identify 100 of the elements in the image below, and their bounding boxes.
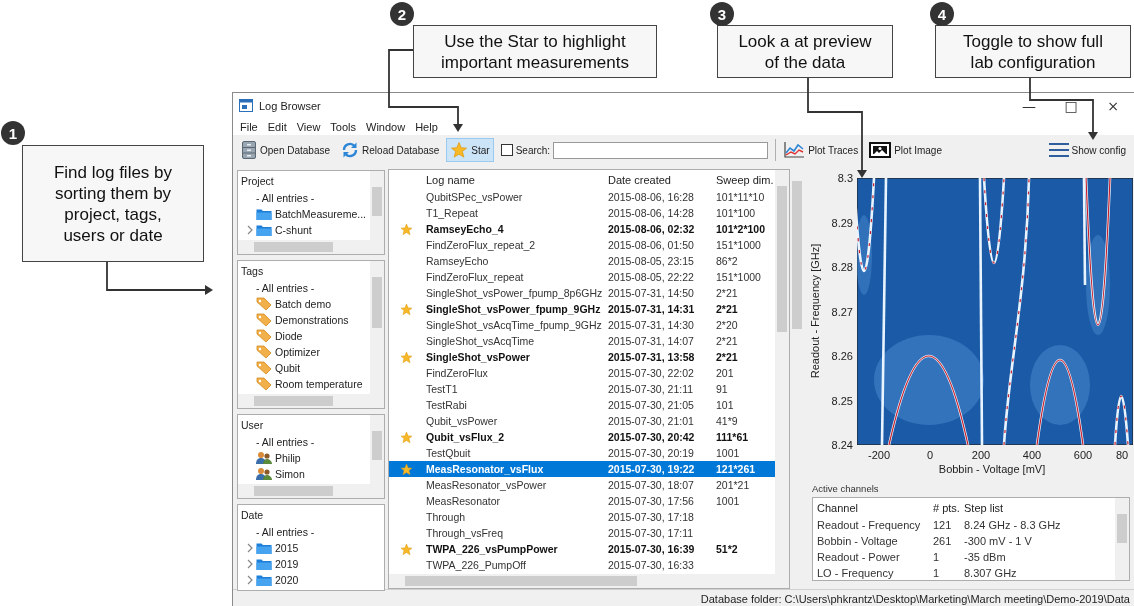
tree-item[interactable]: 2019 xyxy=(275,558,299,570)
tree-item[interactable]: 2015 xyxy=(275,542,299,554)
star-icon[interactable] xyxy=(399,222,413,236)
star-icon[interactable] xyxy=(399,430,413,444)
column-header[interactable]: Log name xyxy=(423,173,605,186)
close-button[interactable]: × xyxy=(1092,93,1134,118)
tree-item[interactable]: - All entries - xyxy=(256,192,315,204)
menu-item[interactable]: Edit xyxy=(262,120,292,133)
toolbar-button[interactable]: Open Database xyxy=(237,138,335,162)
table-row[interactable]: FindZeroFlux_repeat_2 2015-08-06, 01:50 151*1000 xyxy=(389,237,775,253)
table-row[interactable]: Qubit_vsPower 2015-07-30, 21:01 41*9 xyxy=(389,413,775,429)
tree-item[interactable]: Room temperature xyxy=(275,378,363,390)
tree-item[interactable]: Simon xyxy=(275,468,305,480)
table-row[interactable]: TestRabi 2015-07-30, 21:05 101 xyxy=(389,397,775,413)
menu-item[interactable]: Help xyxy=(410,120,443,133)
expand-icon[interactable] xyxy=(246,225,254,235)
table-cell-text: SingleShot_vsAcqTime xyxy=(425,335,536,347)
table-row[interactable]: T1_Repeat 2015-08-06, 14:28 101*100 xyxy=(389,205,775,221)
column-header[interactable]: Date created xyxy=(605,173,713,186)
table-row[interactable]: SingleShot_vsPower_fpump_8p6GHz 2015-07-31, 14:50 2*21 xyxy=(389,285,775,301)
scrollbar[interactable] xyxy=(370,261,384,408)
tree-item[interactable]: Qubit xyxy=(275,362,301,374)
tree-item[interactable]: Optimizer xyxy=(275,346,320,358)
menu-item[interactable]: Tools xyxy=(325,120,362,133)
scrollbar[interactable] xyxy=(775,170,789,588)
column-header[interactable]: # pts. xyxy=(933,501,964,514)
table-cell-text: 2*21 xyxy=(715,287,739,299)
table-row[interactable]: RamseyEcho_4 2015-08-06, 02:32 101*2*100 xyxy=(389,221,775,237)
tick-label: 8.3 xyxy=(837,172,853,184)
toolbar-button[interactable]: Reload Database xyxy=(337,138,444,162)
table-cell-text: 2015-07-30, 20:42 xyxy=(607,431,696,443)
table-row[interactable]: MeasResonator_vsPower 2015-07-30, 18:07 201*21 xyxy=(389,477,775,493)
table-cell-text: 2015-07-31, 14:30 xyxy=(607,319,695,331)
tree-item[interactable]: C-shunt xyxy=(275,224,312,236)
tree-item[interactable]: Batch demo xyxy=(275,298,332,310)
panel-title: User xyxy=(241,418,264,433)
table-row[interactable]: SingleShot_vsAcqTime_fpump_9GHz 2015-07-31, 14:30 2*20 xyxy=(389,317,775,333)
scrollbar[interactable] xyxy=(389,574,775,588)
star-icon[interactable] xyxy=(399,350,413,364)
table-cell-text: MeasResonator_vsPower xyxy=(425,479,548,491)
table-row[interactable]: Through 2015-07-30, 17:18 xyxy=(389,509,775,525)
scrollbar[interactable] xyxy=(370,415,384,498)
table-cell-text: TestRabi xyxy=(425,399,468,411)
tree-item[interactable]: - All entries - xyxy=(256,526,315,538)
column-header[interactable]: Step list xyxy=(964,501,1004,514)
table-row[interactable]: SingleShot_vsPower 2015-07-31, 13:58 2*21 xyxy=(389,349,775,365)
table-row[interactable]: FindZeroFlux_repeat 2015-08-05, 22:22 151*1000 xyxy=(389,269,775,285)
tree-item[interactable]: Demonstrations xyxy=(275,314,349,326)
search-field[interactable] xyxy=(553,141,769,159)
table-cell-text: Readout - Frequency xyxy=(817,519,922,531)
table-row[interactable]: SingleShot_vsAcqTime 2015-07-31, 14:07 2*21 xyxy=(389,333,775,349)
minimize-button[interactable]: — xyxy=(1008,93,1050,118)
table-row[interactable]: Qubit_vsFlux_2 2015-07-30, 20:42 111*61 xyxy=(389,429,775,445)
tree-item[interactable]: Philip xyxy=(275,452,301,464)
table-row[interactable]: Through_vsFreq 2015-07-30, 17:11 xyxy=(389,525,775,541)
checkbox[interactable] xyxy=(500,144,513,156)
scrollbar[interactable] xyxy=(238,394,370,408)
table-cell-text: 201*21 xyxy=(715,479,751,491)
maximize-button[interactable]: □ xyxy=(1050,93,1092,118)
table-row[interactable]: QubitSPec_vsPower 2015-08-06, 16:28 101*11*10 xyxy=(389,189,775,205)
column-header[interactable]: Sweep dim. xyxy=(713,173,773,186)
toolbar-button[interactable]: Star xyxy=(446,138,494,162)
scrollbar[interactable] xyxy=(370,171,384,254)
reload-icon xyxy=(341,141,360,159)
toolbar-button[interactable]: Show config xyxy=(1044,138,1130,162)
tree-item[interactable]: - All entries - xyxy=(256,436,315,448)
search-label: Search: xyxy=(515,144,551,156)
tree-item[interactable]: - All entries - xyxy=(256,282,315,294)
cabinet-icon xyxy=(241,140,257,160)
toolbar-button[interactable]: Plot Traces xyxy=(779,138,863,162)
table-row[interactable]: MeasResonator_vsFlux 2015-07-30, 19:22 121*261 xyxy=(389,461,775,477)
table-cell-text: 2015-08-06, 14:28 xyxy=(607,207,695,219)
star-icon[interactable] xyxy=(399,542,413,556)
table-row[interactable]: MeasResonator 2015-07-30, 17:56 1001 xyxy=(389,493,775,509)
table-row[interactable]: TestT1 2015-07-30, 21:11 91 xyxy=(389,381,775,397)
expand-icon[interactable] xyxy=(246,543,254,553)
table-cell-text: QubitSPec_vsPower xyxy=(425,191,524,203)
table-row[interactable]: RamseyEcho 2015-08-05, 23:15 86*2 xyxy=(389,253,775,269)
scrollbar[interactable] xyxy=(238,484,370,498)
tick-label: 600 xyxy=(1073,449,1093,461)
table-row[interactable]: FindZeroFlux 2015-07-30, 22:02 201 xyxy=(389,365,775,381)
menu-item[interactable]: Window xyxy=(361,120,411,133)
menu-item[interactable]: View xyxy=(291,120,326,133)
tree-item[interactable]: BatchMeasureme... xyxy=(275,208,367,220)
tree-item[interactable]: 2020 xyxy=(275,574,299,586)
expand-icon[interactable] xyxy=(246,559,254,569)
table-row[interactable]: TWPA_226_vsPumpPower 2015-07-30, 16:39 51*2 xyxy=(389,541,775,557)
tree-item[interactable]: Diode xyxy=(275,330,303,342)
star-icon[interactable] xyxy=(399,302,413,316)
column-header[interactable]: Channel xyxy=(817,501,933,514)
table-row[interactable]: SingleShot_vsPower_fpump_9GHz 2015-07-31, 14:31 2*21 xyxy=(389,301,775,317)
expand-icon[interactable] xyxy=(246,575,254,585)
table-row[interactable]: TestQbuit 2015-07-30, 20:19 1001 xyxy=(389,445,775,461)
scrollbar[interactable] xyxy=(238,240,370,254)
folder-icon xyxy=(256,223,272,237)
star-icon[interactable] xyxy=(399,462,413,476)
table-row[interactable]: TWPA_226_PumpOff 2015-07-30, 16:33 xyxy=(389,557,775,573)
toolbar-button[interactable]: Plot Image xyxy=(865,138,946,162)
menu-item[interactable]: File xyxy=(235,120,263,133)
scrollbar[interactable] xyxy=(1115,498,1129,580)
